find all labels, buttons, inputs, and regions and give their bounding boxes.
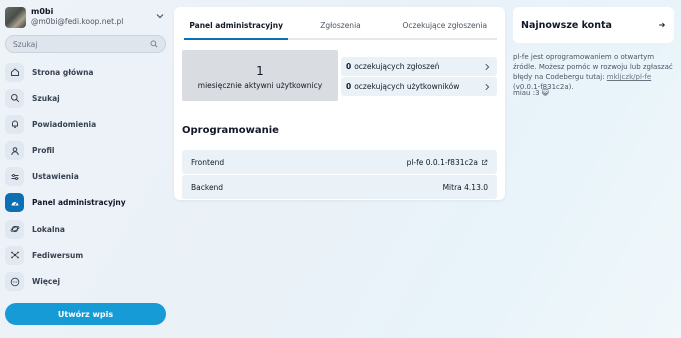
pending-reports-count: 0 — [346, 62, 352, 71]
nav-item-settings[interactable]: Ustawienia — [5, 167, 167, 187]
backend-label: Backend — [191, 182, 224, 192]
nav-label: Więcej — [32, 277, 61, 286]
user-icon — [5, 141, 24, 161]
about-text: pl-fe jest oprogramowaniem o otwartym źr… — [513, 52, 679, 92]
pending-reports-label: oczekujących zgłoszeń — [354, 62, 440, 71]
chevron-right-icon — [485, 63, 490, 70]
sliders-icon — [5, 167, 24, 187]
account-name: m0bi — [31, 7, 54, 16]
newest-accounts-card[interactable]: Najnowsze konta — [513, 7, 674, 43]
nav-label: Ustawienia — [32, 172, 79, 182]
source-repo-link[interactable]: mkljczk/pl-fe — [607, 73, 651, 81]
chevron-down-icon[interactable] — [155, 11, 165, 21]
bell-icon — [5, 114, 24, 134]
nav-label: Szukaj — [32, 93, 60, 103]
account-switcher[interactable]: m0bi @m0bi@fedi.koop.net.pl — [5, 6, 167, 28]
search-placeholder: Szukaj — [13, 39, 38, 49]
search-input[interactable]: Szukaj — [5, 35, 166, 53]
tab-awaiting-approval[interactable]: Oczekujące zgłoszenia — [393, 18, 497, 38]
nav-label: Profil — [32, 146, 55, 156]
backend-version: Mitra 4.13.0 — [442, 182, 488, 192]
active-users-label: miesięcznie aktywni użytkownicy — [197, 81, 323, 90]
nav-label: Lokalna — [32, 224, 65, 234]
chevron-right-icon — [485, 83, 490, 90]
meow-text: miau :3 😺 — [513, 89, 550, 97]
software-heading: Oprogramowanie — [182, 125, 279, 136]
main-navigation: Strona główna Szukaj Powiadomienia Profi… — [5, 62, 167, 298]
arrow-right-icon[interactable] — [658, 21, 666, 29]
nav-item-notifications[interactable]: Powiadomienia — [5, 114, 167, 134]
tab-dashboard[interactable]: Panel administracyjny — [184, 18, 289, 40]
more-icon — [5, 272, 24, 291]
search-icon — [150, 40, 158, 48]
frontend-row: Frontend pl-fe 0.0.1-f831c2a — [182, 150, 497, 174]
nav-label: Strona główna — [32, 67, 94, 77]
planet-icon — [5, 219, 24, 239]
account-handle: @m0bi@fedi.koop.net.pl — [31, 17, 124, 26]
pending-users-label: oczekujących użytkowników — [354, 82, 460, 91]
search-icon — [5, 88, 24, 108]
nav-label: Panel administracyjny — [32, 198, 126, 208]
pending-users-count: 0 — [346, 82, 352, 91]
admin-tabs: Panel administracyjny Zgłoszenia Oczekuj… — [184, 18, 497, 40]
sidebar: m0bi @m0bi@fedi.koop.net.pl Szukaj Stron… — [0, 0, 172, 338]
frontend-version-link[interactable]: pl-fe 0.0.1-f831c2a — [407, 158, 478, 167]
backend-row: Backend Mitra 4.13.0 — [182, 175, 497, 199]
admin-panel-card: Panel administracyjny Zgłoszenia Oczekuj… — [174, 7, 505, 200]
nav-item-fediverse[interactable]: Fediwersum — [5, 245, 167, 265]
account-info: m0bi @m0bi@fedi.koop.net.pl — [31, 7, 123, 27]
nav-item-local[interactable]: Lokalna — [5, 219, 167, 239]
active-users-stat: 1 miesięcznie aktywni użytkownicy — [182, 50, 338, 101]
nav-item-home[interactable]: Strona główna — [5, 62, 167, 82]
nav-item-more[interactable]: Więcej — [5, 272, 167, 292]
nav-label: Powiadomienia — [32, 119, 97, 129]
nav-label: Fediwersum — [32, 250, 84, 260]
tab-reports[interactable]: Zgłoszenia — [288, 18, 392, 38]
nav-item-profile[interactable]: Profil — [5, 141, 167, 161]
home-icon — [5, 62, 24, 82]
avatar[interactable] — [5, 6, 26, 28]
pending-reports-link[interactable]: 0 oczekujących zgłoszeń — [341, 57, 497, 76]
dashboard-icon — [5, 193, 24, 213]
pending-users-link[interactable]: 0 oczekujących użytkowników — [341, 77, 497, 96]
network-icon — [5, 245, 24, 265]
active-users-count: 1 — [256, 64, 264, 78]
compose-button[interactable]: Utwórz wpis — [5, 303, 166, 325]
newest-accounts-title: Najnowsze konta — [521, 19, 612, 31]
nav-item-admin-panel[interactable]: Panel administracyjny — [5, 193, 167, 213]
nav-item-search[interactable]: Szukaj — [5, 88, 167, 108]
external-link-icon[interactable] — [481, 159, 488, 166]
frontend-label: Frontend — [191, 157, 225, 167]
